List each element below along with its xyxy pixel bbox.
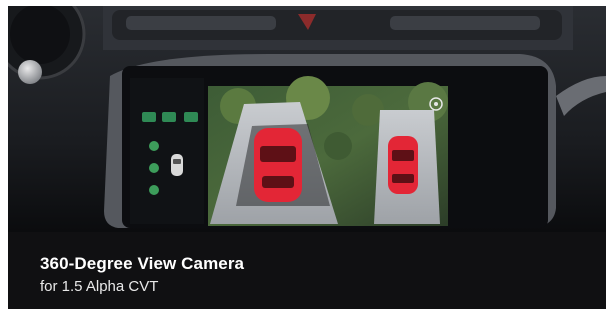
feature-title: 360-Degree View Camera: [40, 254, 245, 273]
caption-bar: 360-Degree View Camera for 1.5 Alpha CVT: [8, 232, 606, 309]
car-top-view-icon: [171, 154, 183, 176]
feature-card[interactable]: 360-Degree View Camera for 1.5 Alpha CVT: [8, 6, 606, 309]
feature-photo: [8, 6, 606, 232]
feature-subtitle: for 1.5 Alpha CVT: [40, 278, 159, 295]
